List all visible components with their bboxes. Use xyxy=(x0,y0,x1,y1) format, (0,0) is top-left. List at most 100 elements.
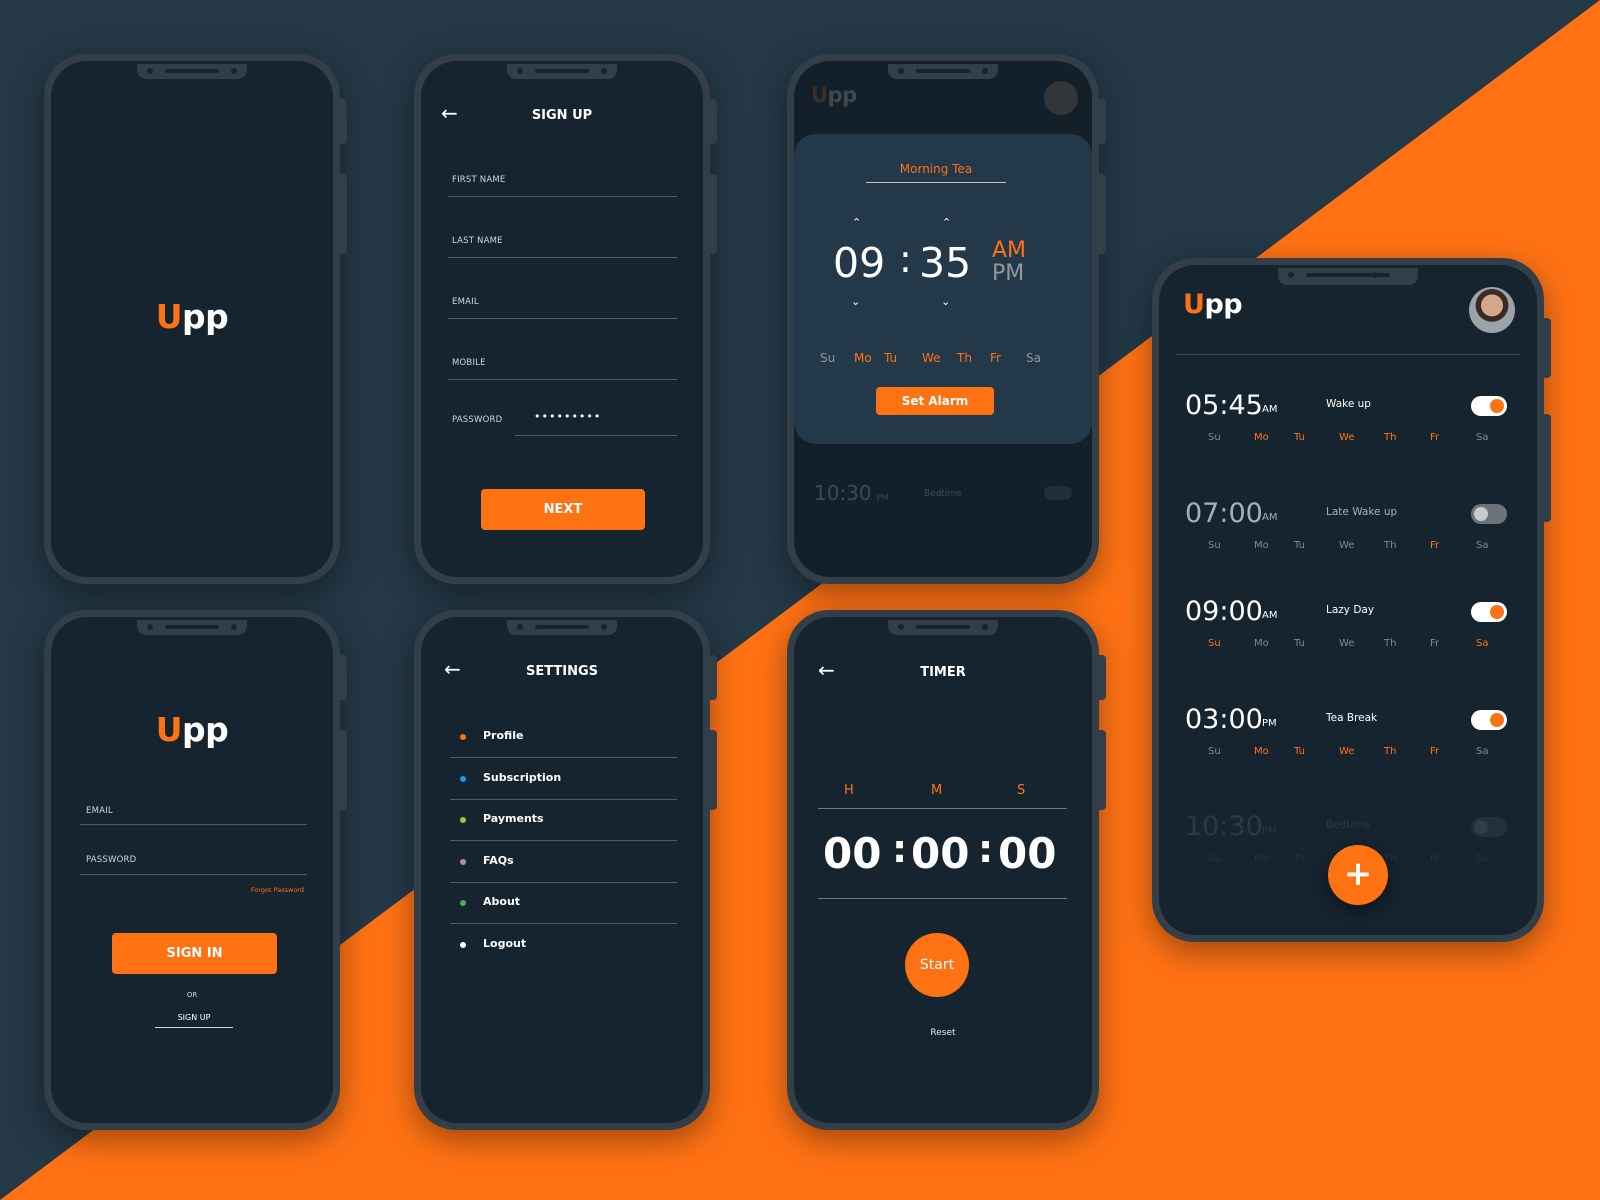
minute-value[interactable]: 35 xyxy=(919,239,971,287)
alarm-row[interactable]: 05:45 AM Wake up Su Mo Tu We Th Fr Sa xyxy=(1159,390,1537,470)
alarm-day-sa[interactable]: Sa xyxy=(1476,638,1488,649)
weekday-th[interactable]: Th xyxy=(957,351,972,365)
password-field[interactable] xyxy=(515,435,677,436)
toggle-knob xyxy=(1490,713,1504,727)
alarm-ampm: AM xyxy=(1262,512,1278,523)
weekday-fr[interactable]: Fr xyxy=(990,351,1001,365)
alarm-day-tu[interactable]: Tu xyxy=(1294,746,1305,757)
sign-in-button[interactable]: SIGN IN xyxy=(112,933,277,974)
forgot-password-link[interactable]: Forgot Password xyxy=(251,886,304,894)
weekday-sa[interactable]: Sa xyxy=(1026,351,1041,365)
timer-seconds: 00 xyxy=(998,829,1057,878)
alarm-day-su[interactable]: Su xyxy=(1208,638,1221,649)
start-button[interactable]: Start xyxy=(905,933,969,997)
alarm-day-th[interactable]: Th xyxy=(1384,746,1396,757)
alarm-label: Wake up xyxy=(1326,398,1371,410)
alarm-toggle[interactable] xyxy=(1471,602,1507,622)
alarm-day-tu[interactable]: Tu xyxy=(1294,540,1305,551)
email-field[interactable] xyxy=(448,318,677,319)
email-label: EMAIL xyxy=(452,297,479,307)
alarm-day-fr[interactable]: Fr xyxy=(1430,746,1439,757)
mobile-field[interactable] xyxy=(448,379,677,380)
alarm-toggle[interactable] xyxy=(1471,817,1507,837)
alarm-day-th[interactable]: Th xyxy=(1384,540,1396,551)
minute-down-icon[interactable]: ⌃ xyxy=(941,294,950,307)
alarm-day-mo[interactable]: Mo xyxy=(1254,638,1269,649)
sign-up-link[interactable]: SIGN UP xyxy=(155,1013,233,1028)
am-option[interactable]: AM xyxy=(992,238,1026,263)
first-name-field[interactable] xyxy=(448,196,677,197)
password-label: PASSWORD xyxy=(86,855,137,865)
alarm-day-tu[interactable]: Tu xyxy=(1294,853,1305,864)
plus-icon: + xyxy=(1343,854,1373,894)
alarm-day-sa[interactable]: Sa xyxy=(1476,432,1488,443)
page-title: TIMER xyxy=(920,665,966,680)
password-field[interactable] xyxy=(80,874,307,875)
alarm-day-th[interactable]: Th xyxy=(1384,432,1396,443)
alarm-day-su[interactable]: Su xyxy=(1208,746,1221,757)
alarm-row[interactable]: 09:00 AM Lazy Day Su Mo Tu We Th Fr Sa xyxy=(1159,596,1537,676)
hour-down-icon[interactable]: ⌃ xyxy=(851,294,860,307)
settings-item-faqs[interactable]: FAQs xyxy=(450,841,677,883)
alarm-label: Tea Break xyxy=(1326,712,1378,724)
mobile-label: MOBILE xyxy=(452,358,486,368)
email-field[interactable] xyxy=(80,824,307,825)
alarm-day-we[interactable]: We xyxy=(1339,638,1354,649)
add-alarm-button[interactable]: + xyxy=(1328,845,1388,905)
last-name-field[interactable] xyxy=(448,257,677,258)
settings-item-payments[interactable]: Payments xyxy=(450,799,677,841)
alarm-time: 07:00 xyxy=(1185,498,1263,529)
settings-item-about[interactable]: About xyxy=(450,882,677,924)
alarm-day-su[interactable]: Su xyxy=(1208,432,1221,443)
next-button[interactable]: NEXT xyxy=(481,489,645,530)
alarm-day-mo[interactable]: Mo xyxy=(1254,746,1269,757)
alarm-day-fr[interactable]: Fr xyxy=(1430,432,1439,443)
alarm-day-su[interactable]: Su xyxy=(1208,540,1221,551)
alarm-day-tu[interactable]: Tu xyxy=(1294,432,1305,443)
alarm-day-we[interactable]: We xyxy=(1339,540,1354,551)
settings-item-logout[interactable]: Logout xyxy=(450,924,677,966)
weekday-su[interactable]: Su xyxy=(820,351,835,365)
alarm-day-th[interactable]: Th xyxy=(1384,638,1396,649)
alarm-day-mo[interactable]: Mo xyxy=(1254,540,1269,551)
page-title: SIGN UP xyxy=(531,108,593,123)
weekday-we[interactable]: We xyxy=(922,351,941,365)
phone-signup: ← SIGN UP FIRST NAME LAST NAME EMAIL MOB… xyxy=(414,54,717,584)
alarm-row[interactable]: 03:00 PM Tea Break Su Mo Tu We Th Fr Sa xyxy=(1159,704,1537,784)
set-alarm-button[interactable]: Set Alarm xyxy=(876,387,994,415)
alarm-day-mo[interactable]: Mo xyxy=(1254,432,1269,443)
settings-item-label: About xyxy=(483,895,521,908)
timer-minutes: 00 xyxy=(911,829,970,878)
reset-button[interactable]: Reset xyxy=(794,1028,1092,1038)
alarm-day-we[interactable]: We xyxy=(1339,746,1354,757)
alarm-day-fr[interactable]: Fr xyxy=(1430,638,1439,649)
weekday-tu[interactable]: Tu xyxy=(884,351,897,365)
alarm-day-sa[interactable]: Sa xyxy=(1476,540,1488,551)
seconds-label: S xyxy=(1017,783,1026,798)
alarm-day-fr[interactable]: Fr xyxy=(1430,540,1439,551)
hour-up-icon[interactable]: ⌃ xyxy=(852,216,861,229)
alarm-label: Late Wake up xyxy=(1326,506,1398,518)
alarm-toggle[interactable] xyxy=(1471,504,1507,524)
alarm-row[interactable]: 07:00 AM Late Wake up Su Mo Tu We Th Fr Sa xyxy=(1159,498,1537,578)
settings-item-subscription[interactable]: Subscription xyxy=(450,758,677,800)
minute-up-icon[interactable]: ⌃ xyxy=(942,216,951,229)
alarm-toggle[interactable] xyxy=(1471,710,1507,730)
hour-value[interactable]: 09 xyxy=(833,239,885,287)
alarm-day-mo[interactable]: Mo xyxy=(1254,853,1269,864)
alarm-day-sa[interactable]: Sa xyxy=(1476,746,1488,757)
weekday-mo[interactable]: Mo xyxy=(854,351,872,365)
alarm-day-tu[interactable]: Tu xyxy=(1294,638,1305,649)
alarm-name-input[interactable]: Morning Tea xyxy=(866,162,1006,183)
pm-option[interactable]: PM xyxy=(992,261,1024,286)
toggle-knob xyxy=(1474,507,1488,521)
alarm-day-fr[interactable]: Fr xyxy=(1430,853,1439,864)
toggle-knob xyxy=(1474,820,1488,834)
alarm-day-th[interactable]: Th xyxy=(1384,853,1396,864)
settings-item-profile[interactable]: Profile xyxy=(450,716,677,758)
alarm-day-we[interactable]: We xyxy=(1339,432,1354,443)
alarm-toggle[interactable] xyxy=(1471,396,1507,416)
bg-alarm-time: 10:30 xyxy=(814,481,872,505)
alarm-day-sa[interactable]: Sa xyxy=(1476,853,1488,864)
alarm-day-su[interactable]: Su xyxy=(1208,853,1221,864)
